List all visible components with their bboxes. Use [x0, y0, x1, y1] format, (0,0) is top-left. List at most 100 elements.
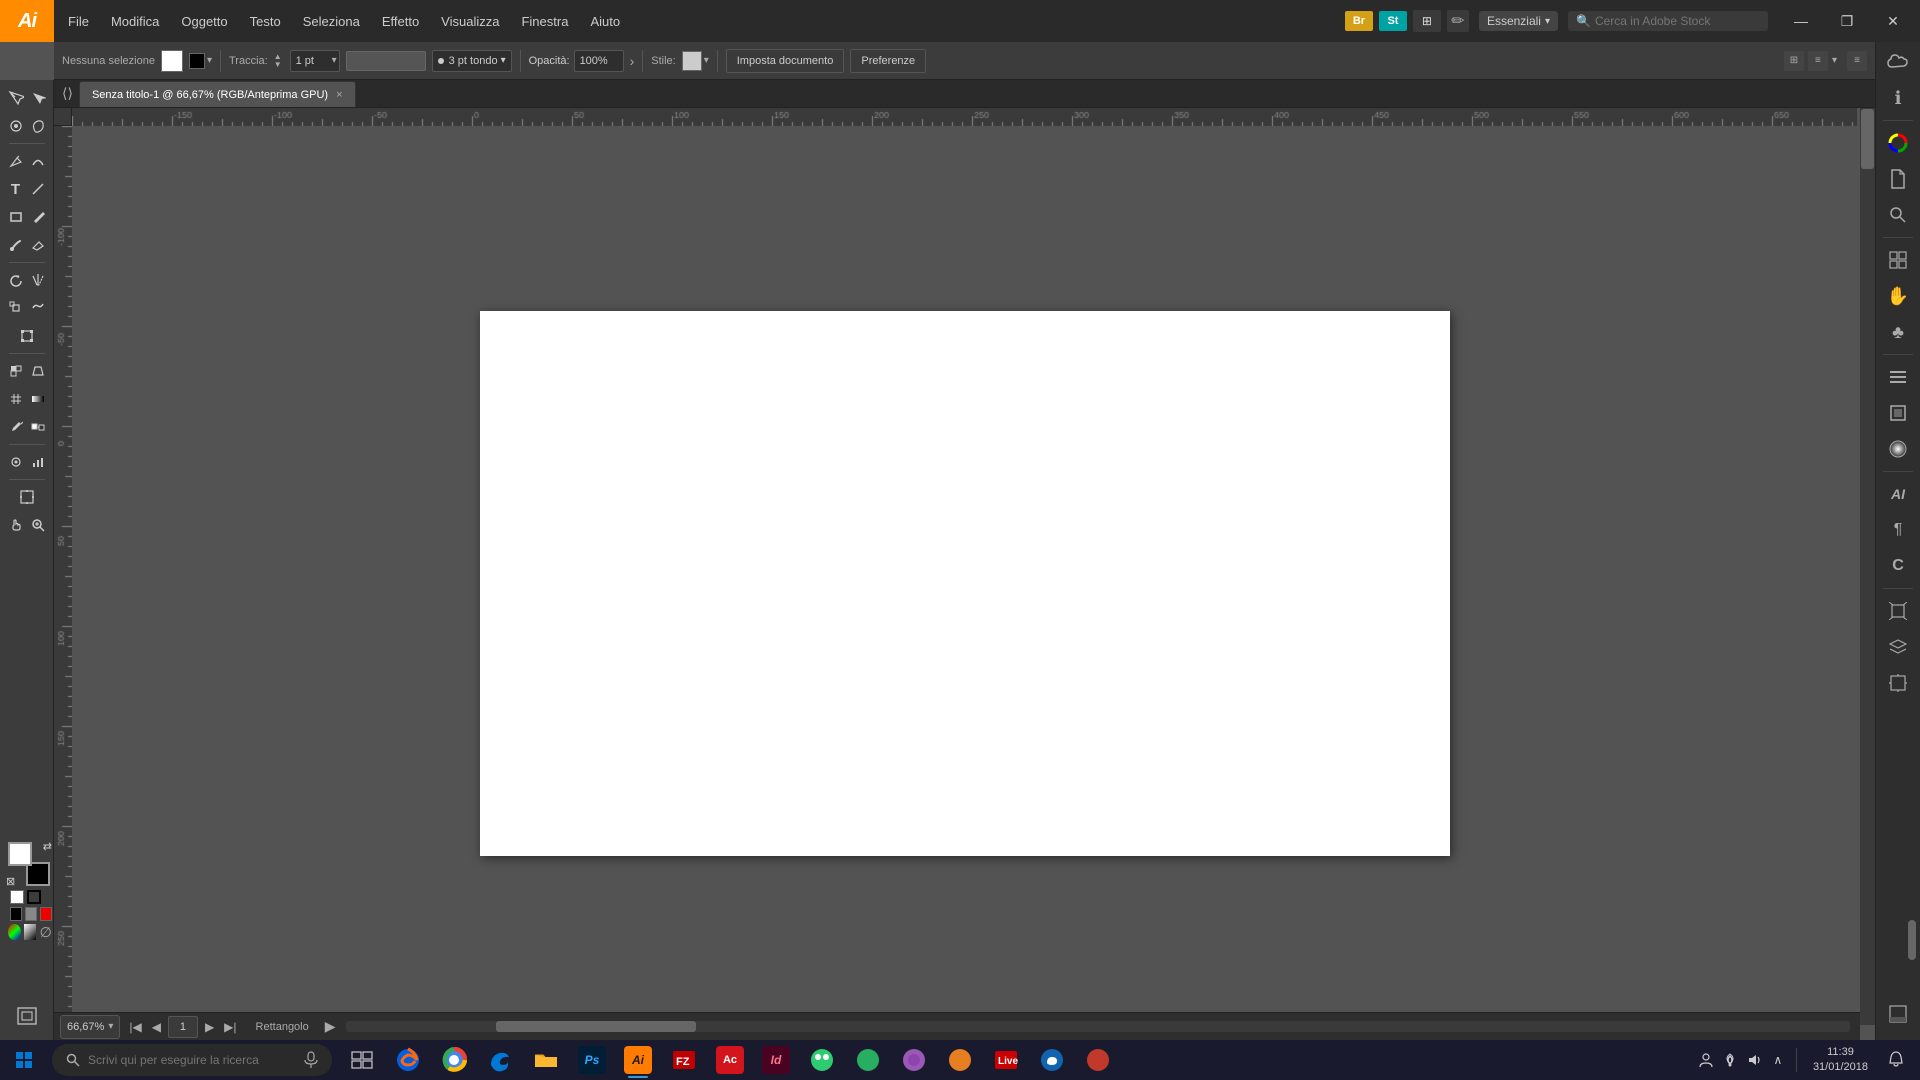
style-control[interactable]: ▾: [682, 51, 709, 71]
doc-setup-button[interactable]: Imposta documento: [726, 49, 845, 73]
text-tool[interactable]: T: [5, 175, 27, 203]
page-number-input[interactable]: [168, 1016, 198, 1038]
artboard[interactable]: [480, 311, 1450, 856]
pen-tool[interactable]: [5, 147, 27, 175]
appearance-panel-icon[interactable]: [1880, 397, 1916, 429]
app-red-taskbar[interactable]: [1076, 1040, 1120, 1080]
artboard-icon-btn[interactable]: [16, 1005, 38, 1030]
opentype-panel-icon[interactable]: C: [1880, 550, 1916, 582]
photoshop-taskbar[interactable]: Ps: [570, 1040, 614, 1080]
network-icon[interactable]: [1720, 1050, 1740, 1070]
document-panel-icon[interactable]: [1880, 163, 1916, 195]
stock-search-input[interactable]: [1595, 14, 1755, 28]
layout-icon[interactable]: ⊞: [1413, 10, 1441, 32]
grid-align-icon[interactable]: ⊞: [1784, 51, 1804, 71]
lasso-tool[interactable]: [27, 112, 49, 140]
select-tool[interactable]: [5, 84, 27, 112]
color-mode-gradient[interactable]: [40, 907, 52, 921]
stroke-spinner[interactable]: ▲ ▼: [274, 53, 284, 69]
stock-badge[interactable]: St: [1379, 11, 1407, 31]
bridge-badge[interactable]: Br: [1345, 11, 1373, 31]
magic-wand-tool[interactable]: [5, 112, 27, 140]
gradient-icon[interactable]: [24, 924, 37, 940]
stock-search[interactable]: 🔍: [1568, 11, 1768, 31]
menu-effect[interactable]: Effetto: [372, 0, 429, 42]
paragraph-panel-icon[interactable]: ¶: [1880, 514, 1916, 546]
acrobat-taskbar[interactable]: Ac: [708, 1040, 752, 1080]
vertical-scrollbar-thumb[interactable]: [1861, 109, 1874, 169]
perspective-tool[interactable]: [27, 357, 49, 385]
reflect-tool[interactable]: [27, 266, 49, 294]
eraser-tool[interactable]: [27, 231, 49, 259]
right-panel-scrollbar-thumb[interactable]: [1908, 920, 1916, 960]
artboards-panel-icon[interactable]: [1880, 667, 1916, 699]
explorer-taskbar[interactable]: [524, 1040, 568, 1080]
color-mode-none[interactable]: [25, 907, 37, 921]
fill-dropdown[interactable]: ▾: [189, 53, 212, 69]
foreground-color-swatch[interactable]: [8, 842, 32, 866]
scale-tool[interactable]: [5, 294, 27, 322]
color-mode-black[interactable]: [10, 907, 22, 921]
gradient-tool[interactable]: [27, 385, 49, 413]
filezilla-taskbar[interactable]: FZ: [662, 1040, 706, 1080]
stroke-indicator[interactable]: [27, 890, 41, 904]
app-green-taskbar[interactable]: [800, 1040, 844, 1080]
notification-button[interactable]: [1880, 1040, 1912, 1080]
chrome-taskbar[interactable]: [432, 1040, 476, 1080]
zoom-control[interactable]: 66,67% ▾: [60, 1015, 120, 1039]
direct-select-tool[interactable]: [27, 84, 49, 112]
skype-taskbar[interactable]: [1030, 1040, 1074, 1080]
layers-stack-icon[interactable]: [1880, 631, 1916, 663]
warp-tool[interactable]: [27, 294, 49, 322]
grid-panel-icon[interactable]: [1880, 244, 1916, 276]
task-view-button[interactable]: [340, 1040, 384, 1080]
character-panel-icon[interactable]: AI: [1880, 478, 1916, 510]
system-clock[interactable]: 11:39 31/01/2018: [1805, 1045, 1876, 1076]
eyedropper-tool[interactable]: [5, 413, 27, 441]
gradient-panel-icon[interactable]: [1880, 433, 1916, 465]
symbols-panel-icon[interactable]: ♣: [1880, 316, 1916, 348]
pencil-tool[interactable]: [27, 203, 49, 231]
bottom-panel-icon[interactable]: [1880, 998, 1916, 1030]
rect-tool[interactable]: [5, 203, 27, 231]
artboard-tool[interactable]: [5, 483, 49, 511]
align-chevron-icon[interactable]: ▾: [1832, 55, 1837, 66]
menu-edit[interactable]: Modifica: [101, 0, 169, 42]
hand-tool[interactable]: [5, 511, 27, 539]
right-panel-icon[interactable]: ≡: [1847, 51, 1867, 71]
layers-panel-icon[interactable]: ✋: [1880, 280, 1916, 312]
taskbar-search[interactable]: [52, 1044, 332, 1076]
menu-view[interactable]: Visualizza: [431, 0, 509, 42]
windows-start-button[interactable]: [0, 1040, 48, 1080]
document-tab[interactable]: Senza titolo-1 @ 66,67% (RGB/Anteprima G…: [79, 81, 356, 107]
prefs-button[interactable]: Preferenze: [850, 49, 926, 73]
pen-icon[interactable]: ✏: [1447, 10, 1469, 32]
graph-tool[interactable]: [27, 448, 49, 476]
horizontal-scrollbar-thumb[interactable]: [496, 1021, 696, 1032]
opacity-value[interactable]: 100%: [574, 50, 624, 72]
symbol-tool[interactable]: [5, 448, 27, 476]
line-tool[interactable]: [27, 175, 49, 203]
creative-cloud-icon[interactable]: [1880, 46, 1916, 78]
strokes-panel-icon[interactable]: [1880, 361, 1916, 393]
vertical-scrollbar[interactable]: [1860, 108, 1875, 1025]
blend-tool[interactable]: [27, 413, 49, 441]
indesign-taskbar[interactable]: Id: [754, 1040, 798, 1080]
menu-object[interactable]: Oggetto: [171, 0, 237, 42]
menu-help[interactable]: Aiuto: [580, 0, 630, 42]
account-icon[interactable]: [1696, 1050, 1716, 1070]
minimize-button[interactable]: —: [1778, 0, 1824, 42]
nav-arrow-btn[interactable]: ▶: [325, 1018, 336, 1035]
menu-select[interactable]: Seleziona: [293, 0, 370, 42]
app-orange-taskbar[interactable]: [938, 1040, 982, 1080]
zoom-panel-icon[interactable]: [1880, 199, 1916, 231]
tab-close-button[interactable]: ×: [336, 89, 342, 101]
color-wheel-icon[interactable]: [8, 924, 21, 940]
next-page-btn[interactable]: ▶: [202, 1020, 217, 1034]
rotate-tool[interactable]: [5, 266, 27, 294]
menu-file[interactable]: File: [58, 0, 99, 42]
workspace-dropdown[interactable]: Essenziali ▾: [1479, 11, 1558, 31]
fill-indicator[interactable]: [10, 890, 24, 904]
prev-page-btn[interactable]: ◀: [149, 1020, 164, 1034]
taskbar-search-input[interactable]: [88, 1053, 288, 1067]
